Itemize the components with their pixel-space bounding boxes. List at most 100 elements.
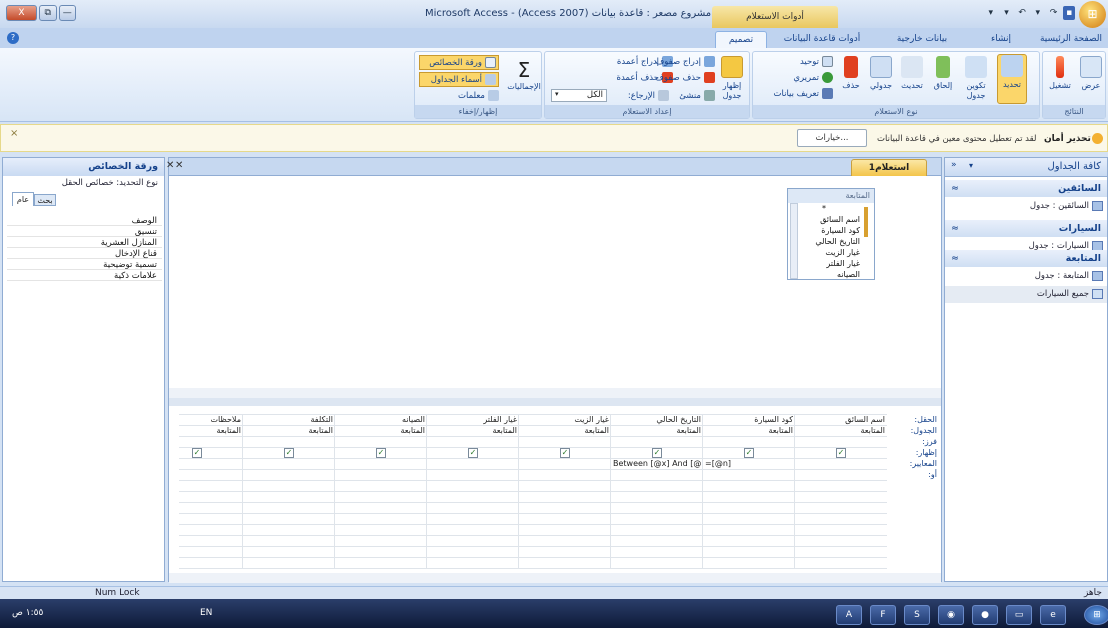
taskbar-skype-icon[interactable]: S xyxy=(904,605,930,625)
prop-description[interactable]: الوصف xyxy=(7,216,162,226)
nav-item-followup-table[interactable]: المتابعة : جدول xyxy=(945,268,1107,285)
start-button[interactable]: ⊞ xyxy=(1084,605,1108,625)
prop-smart-tags[interactable]: علامات ذكية xyxy=(7,271,162,281)
language-indicator[interactable]: EN xyxy=(200,608,212,618)
grid-sort-cell[interactable] xyxy=(153,436,241,447)
grid-field-cell[interactable]: التكلفة xyxy=(245,414,333,425)
tab-home[interactable]: الصفحة الرئيسية xyxy=(1038,31,1104,48)
append-button[interactable]: إلحاق xyxy=(929,56,957,91)
tab-create[interactable]: إنشاء xyxy=(978,31,1024,48)
run-button[interactable]: تشغيل xyxy=(1045,56,1075,91)
prop-caption[interactable]: تسمية توضيحية xyxy=(7,260,162,270)
nav-item-drivers-table[interactable]: السائقين : جدول xyxy=(945,198,1107,215)
grid-sort-cell[interactable] xyxy=(245,436,333,447)
grid-table-cell[interactable]: المتابعة xyxy=(521,425,609,436)
select-query-button[interactable]: تحديد xyxy=(997,54,1027,104)
grid-sort-cell[interactable] xyxy=(521,436,609,447)
show-checkbox[interactable]: ✓ xyxy=(560,448,570,458)
grid-criteria-cell[interactable]: Between [@x] And [@y] xyxy=(613,458,701,469)
undo-dropdown-icon[interactable]: ▾ xyxy=(1032,6,1044,20)
field-list-title[interactable]: المتابعة xyxy=(788,189,874,203)
close-window-button[interactable]: X xyxy=(6,5,38,21)
field-current-date[interactable]: التاريخ الحالي xyxy=(788,236,874,247)
nav-group-followup[interactable]: المتابعة ≈ xyxy=(945,250,1107,267)
grid-table-cell[interactable]: المتابعة xyxy=(337,425,425,436)
totals-button[interactable]: Σ الإجماليات xyxy=(507,58,541,92)
update-button[interactable]: تحديث xyxy=(897,56,927,91)
nav-group-cars[interactable]: السيارات ≈ xyxy=(945,220,1107,237)
grid-field-cell[interactable]: غيار الفلتر xyxy=(429,414,517,425)
security-options-button[interactable]: خيارات... xyxy=(797,129,867,147)
show-checkbox[interactable]: ✓ xyxy=(744,448,754,458)
show-checkbox[interactable]: ✓ xyxy=(192,448,202,458)
taskbar-fw-icon[interactable]: F xyxy=(870,605,896,625)
design-grid[interactable]: الحقل: الجدول: فرز: إظهار: المعايير: أو: اسم ا… xyxy=(150,408,941,583)
save-icon[interactable]: ▪ xyxy=(1063,6,1075,20)
tab-general[interactable]: عام xyxy=(12,192,34,206)
grid-criteria-cell[interactable]: =[@n] xyxy=(705,458,793,469)
data-definition-button[interactable]: تعريف بيانات xyxy=(757,88,833,99)
close-document-icon[interactable]: ✕ xyxy=(175,160,183,171)
field-all[interactable]: * xyxy=(788,203,874,214)
grid-field-cell[interactable]: الصيانه xyxy=(337,414,425,425)
show-checkbox[interactable]: ✓ xyxy=(836,448,846,458)
make-table-button[interactable]: تكوين جدول xyxy=(959,56,993,101)
taskbar-media-icon[interactable]: ● xyxy=(972,605,998,625)
return-select[interactable]: الكل ▾ xyxy=(551,89,607,102)
grid-sort-cell[interactable] xyxy=(337,436,425,447)
minimize-window-button[interactable]: — xyxy=(58,5,76,21)
close-security-bar-icon[interactable]: × xyxy=(10,128,18,139)
prop-input-mask[interactable]: قناع الإدخال xyxy=(7,249,162,259)
grid-table-cell[interactable]: المتابعة xyxy=(153,425,241,436)
taskbar-access-icon[interactable]: A xyxy=(836,605,862,625)
grid-field-cell[interactable]: اسم السائق xyxy=(797,414,885,425)
grid-sort-cell[interactable] xyxy=(797,436,885,447)
close-property-sheet-icon[interactable]: ✕ xyxy=(166,160,174,171)
field-oil-change[interactable]: غيار الزيت xyxy=(788,247,874,258)
help-icon[interactable]: ? xyxy=(7,32,19,44)
nav-item-all-cars-query[interactable]: جميع السيارات xyxy=(945,286,1107,303)
redo-icon[interactable]: ↷ xyxy=(1048,6,1060,20)
grid-sort-cell[interactable] xyxy=(705,436,793,447)
grid-table-cell[interactable]: المتابعة xyxy=(797,425,885,436)
prop-decimal-places[interactable]: المنازل العشرية xyxy=(7,238,162,248)
show-checkbox[interactable]: ✓ xyxy=(376,448,386,458)
property-sheet-button[interactable]: ورقة الخصائص xyxy=(419,55,499,70)
table-pane-hscrollbar[interactable] xyxy=(169,388,941,398)
field-driver-name[interactable]: اسم السائق xyxy=(788,214,874,225)
grid-table-cell[interactable]: المتابعة xyxy=(429,425,517,436)
shutter-bar-icon[interactable]: » xyxy=(951,160,957,170)
union-button[interactable]: توحيد xyxy=(757,56,833,67)
insert-rows-button[interactable]: إدراج صفوف xyxy=(655,56,715,67)
parameters-button[interactable]: معلمات xyxy=(419,90,499,101)
field-filter-change[interactable]: غيار الفلتر xyxy=(788,258,874,269)
delete-query-button[interactable]: حذف xyxy=(837,56,865,91)
qat-dropdown-icon[interactable]: ▾ xyxy=(1001,6,1013,20)
restore-window-button[interactable]: ⧉ xyxy=(39,5,57,21)
show-table-button[interactable]: إظهار جدول xyxy=(717,56,747,101)
tab-query1[interactable]: استعلام1 xyxy=(851,159,927,176)
show-checkbox[interactable]: ✓ xyxy=(468,448,478,458)
tab-external-data[interactable]: بيانات خارجية xyxy=(880,31,964,48)
taskbar-ie-icon[interactable]: e xyxy=(1040,605,1066,625)
tab-design[interactable]: تصميم xyxy=(715,31,767,48)
field-list-scrollbar[interactable] xyxy=(790,203,798,279)
nav-pane-header[interactable]: كافة الجداول ▾ » xyxy=(945,158,1107,177)
office-button[interactable]: ⊞ xyxy=(1079,1,1106,28)
delete-rows-button[interactable]: حذف صفوف xyxy=(655,72,715,83)
grid-sort-cell[interactable] xyxy=(429,436,517,447)
grid-field-cell[interactable]: كود السيارة xyxy=(705,414,793,425)
builder-button[interactable]: منشئ xyxy=(673,90,715,101)
taskbar-chrome-icon[interactable]: ◉ xyxy=(938,605,964,625)
taskbar-explorer-icon[interactable]: ▭ xyxy=(1006,605,1032,625)
nav-menu-chevron-icon[interactable]: ▾ xyxy=(969,161,973,170)
crosstab-button[interactable]: جدولي xyxy=(867,56,895,91)
grid-table-cell[interactable]: المتابعة xyxy=(613,425,701,436)
show-checkbox[interactable]: ✓ xyxy=(652,448,662,458)
grid-hscrollbar[interactable] xyxy=(169,573,941,583)
grid-table-cell[interactable]: المتابعة xyxy=(245,425,333,436)
qat-customize-icon[interactable]: ▾ xyxy=(985,6,997,20)
grid-sort-cell[interactable] xyxy=(613,436,701,447)
show-checkbox[interactable]: ✓ xyxy=(284,448,294,458)
nav-group-drivers[interactable]: السائقين ≈ xyxy=(945,180,1107,197)
